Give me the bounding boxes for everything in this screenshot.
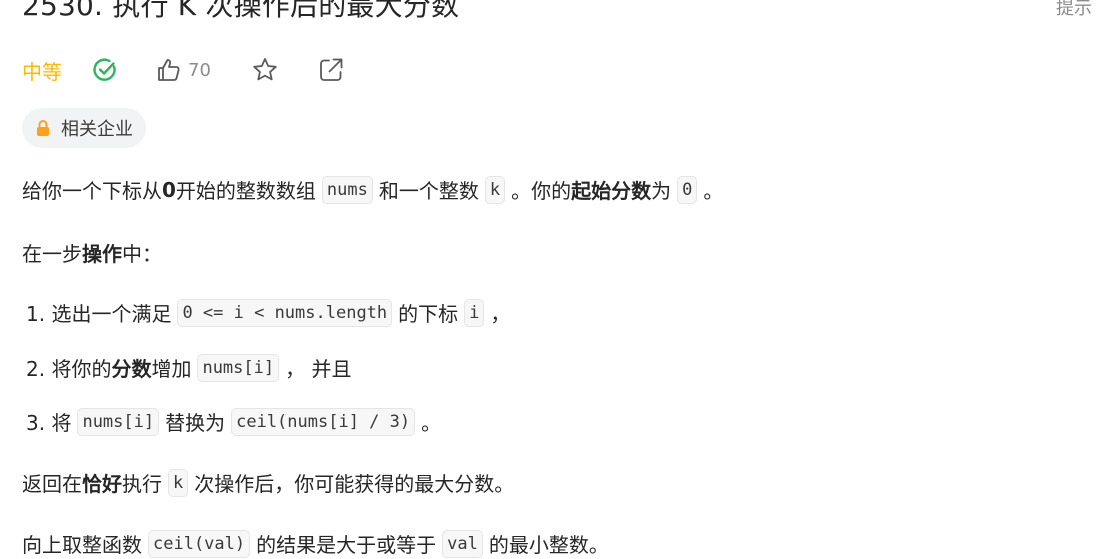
- code-nums: nums: [321, 175, 373, 204]
- lock-icon: [35, 119, 51, 137]
- problem-title: 2530. 执行 K 次操作后的最大分数: [22, 0, 460, 22]
- list-item-1: 1. 选出一个满足 0 <= i < nums.length 的下标 i ，: [26, 298, 510, 327]
- code-zero: 0: [677, 175, 698, 204]
- like-count: 70: [188, 59, 211, 81]
- code-k: k: [168, 468, 189, 497]
- hint-button[interactable]: 提示: [1056, 0, 1092, 20]
- difficulty-badge: 中等: [22, 59, 62, 84]
- code-condition: 0 <= i < nums.length: [177, 298, 393, 327]
- code-nums-i: nums[i]: [197, 353, 280, 382]
- code-val: val: [442, 529, 483, 558]
- thumbs-up-icon: [156, 57, 182, 83]
- code-ceil-val: ceil(val): [148, 529, 251, 558]
- description-paragraph-1: 给你一个下标从 0 开始的整数数组 nums 和一个整数 k 。你的 起始分数 …: [22, 175, 724, 204]
- list-item-2: 2. 将你的 分数 增加 nums[i] ， 并且: [26, 353, 351, 382]
- like-button[interactable]: 70: [156, 57, 211, 83]
- share-icon[interactable]: [317, 56, 345, 84]
- related-companies-tag[interactable]: 相关企业: [22, 108, 146, 148]
- code-k: k: [484, 175, 506, 204]
- code-ceil-expression: ceil(nums[i] / 3): [231, 407, 416, 436]
- description-paragraph-2: 在一步 操作 中：: [22, 242, 162, 266]
- problem-meta-bar: 中等 70: [22, 52, 345, 88]
- description-paragraph-3: 返回在 恰好 执行 k 次操作后，你可能获得的最大分数。: [22, 468, 514, 497]
- code-nums-i: nums[i]: [77, 407, 160, 436]
- star-icon[interactable]: [251, 56, 279, 84]
- solved-check-icon: [92, 57, 118, 83]
- list-item-3: 3. 将 nums[i] 替换为 ceil(nums[i] / 3) 。: [26, 407, 441, 436]
- code-i: i: [464, 298, 485, 327]
- description-paragraph-4: 向上取整函数 ceil(val) 的结果是大于或等于 val 的最小整数。: [22, 529, 609, 558]
- tag-label: 相关企业: [61, 119, 133, 140]
